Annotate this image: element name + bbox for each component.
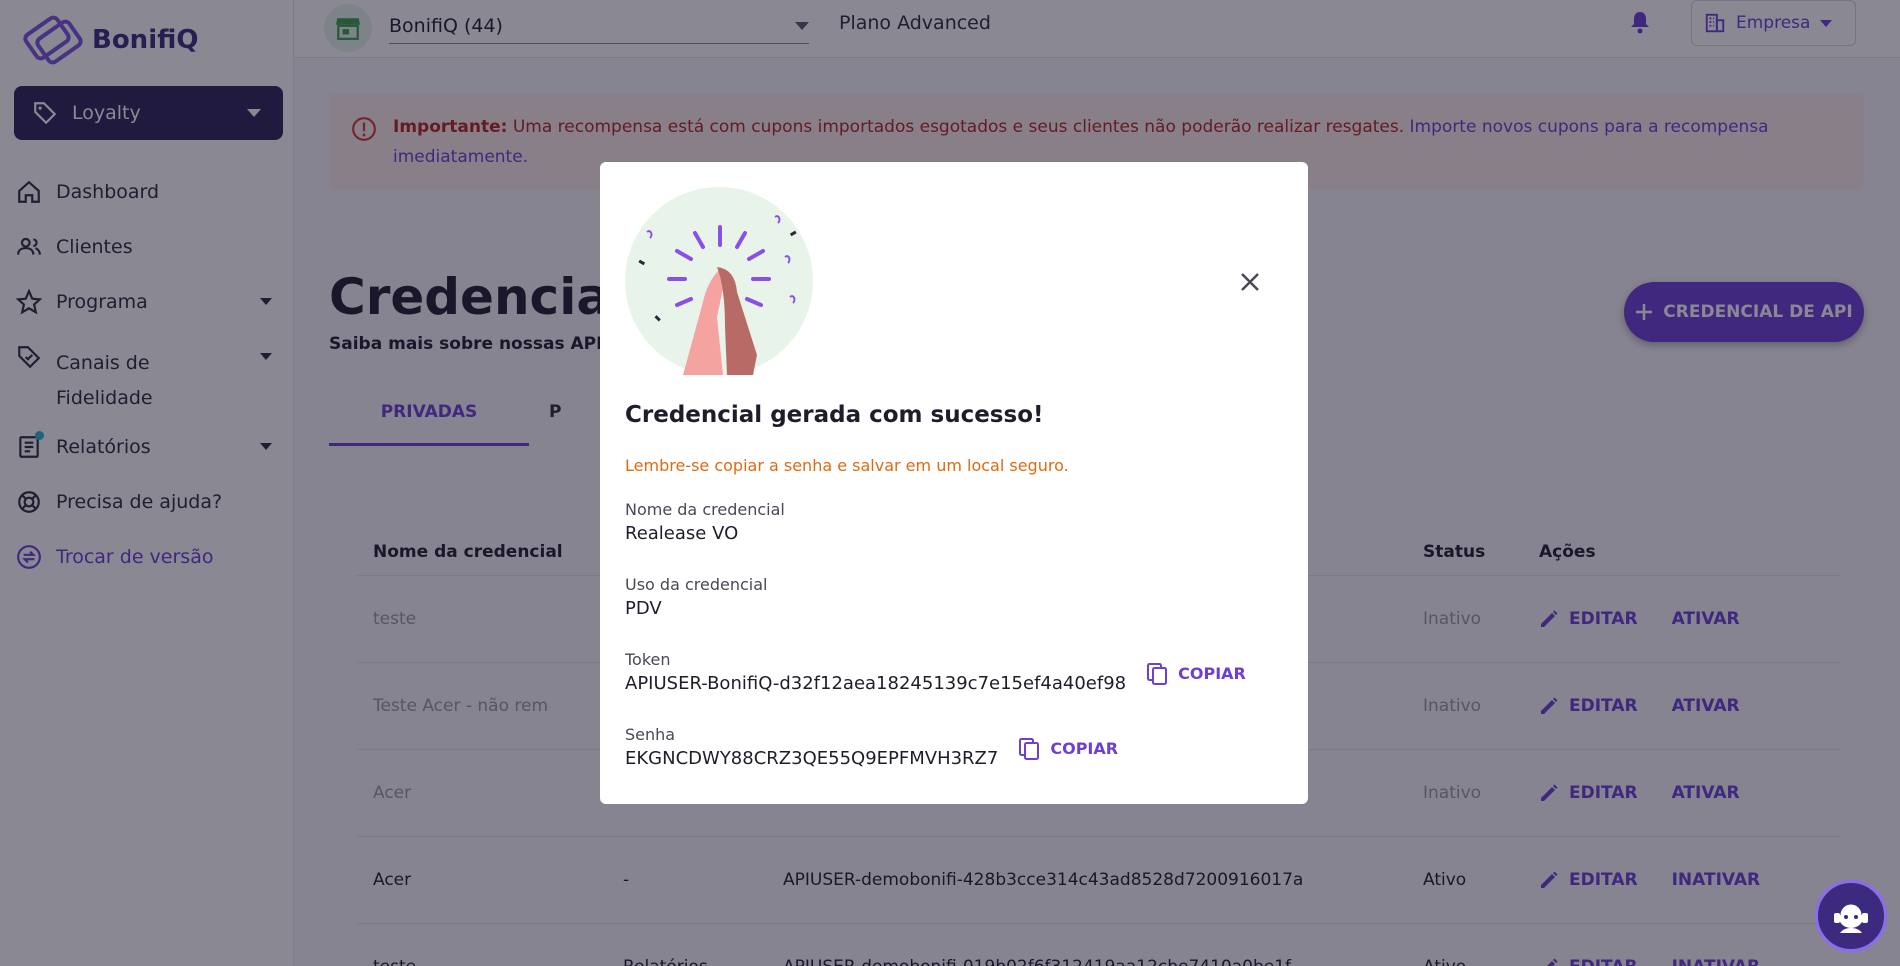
field-token: Token APIUSER-BonifiQ-d32f12aea18245139c…: [625, 650, 1246, 694]
field-label: Uso da credencial: [625, 575, 768, 594]
support-agent-icon: [1834, 899, 1868, 933]
close-icon[interactable]: [1236, 268, 1264, 296]
password-value: EKGNCDWY88CRZ3QE55Q9EPFMVH3RZ7: [625, 748, 999, 769]
copy-token-button[interactable]: COPIAR: [1146, 662, 1246, 686]
field-value: PDV: [625, 598, 662, 619]
modal-warning: Lembre-se copiar a senha e salvar em um …: [625, 456, 1069, 475]
high-five-illustration-icon: [625, 187, 813, 375]
copy-password-button[interactable]: COPIAR: [1018, 737, 1118, 761]
field-label: Nome da credencial: [625, 500, 785, 519]
copy-icon: [1019, 737, 1040, 760]
copy-icon: [1147, 662, 1168, 685]
credential-success-modal: Credencial gerada com sucesso! Lembre-se…: [600, 162, 1308, 804]
support-chat-button[interactable]: [1815, 880, 1887, 952]
field-credential-name: Nome da credencial Realease VO: [625, 500, 785, 544]
token-value: APIUSER-BonifiQ-d32f12aea18245139c7e15ef…: [625, 673, 1127, 694]
field-credential-usage: Uso da credencial PDV: [625, 575, 767, 619]
field-password: Senha EKGNCDWY88CRZ3QE55Q9EPFMVH3RZ7 COP…: [625, 725, 1118, 769]
modal-title: Credencial gerada com sucesso!: [625, 402, 1044, 428]
field-value: Realease VO: [625, 523, 739, 544]
